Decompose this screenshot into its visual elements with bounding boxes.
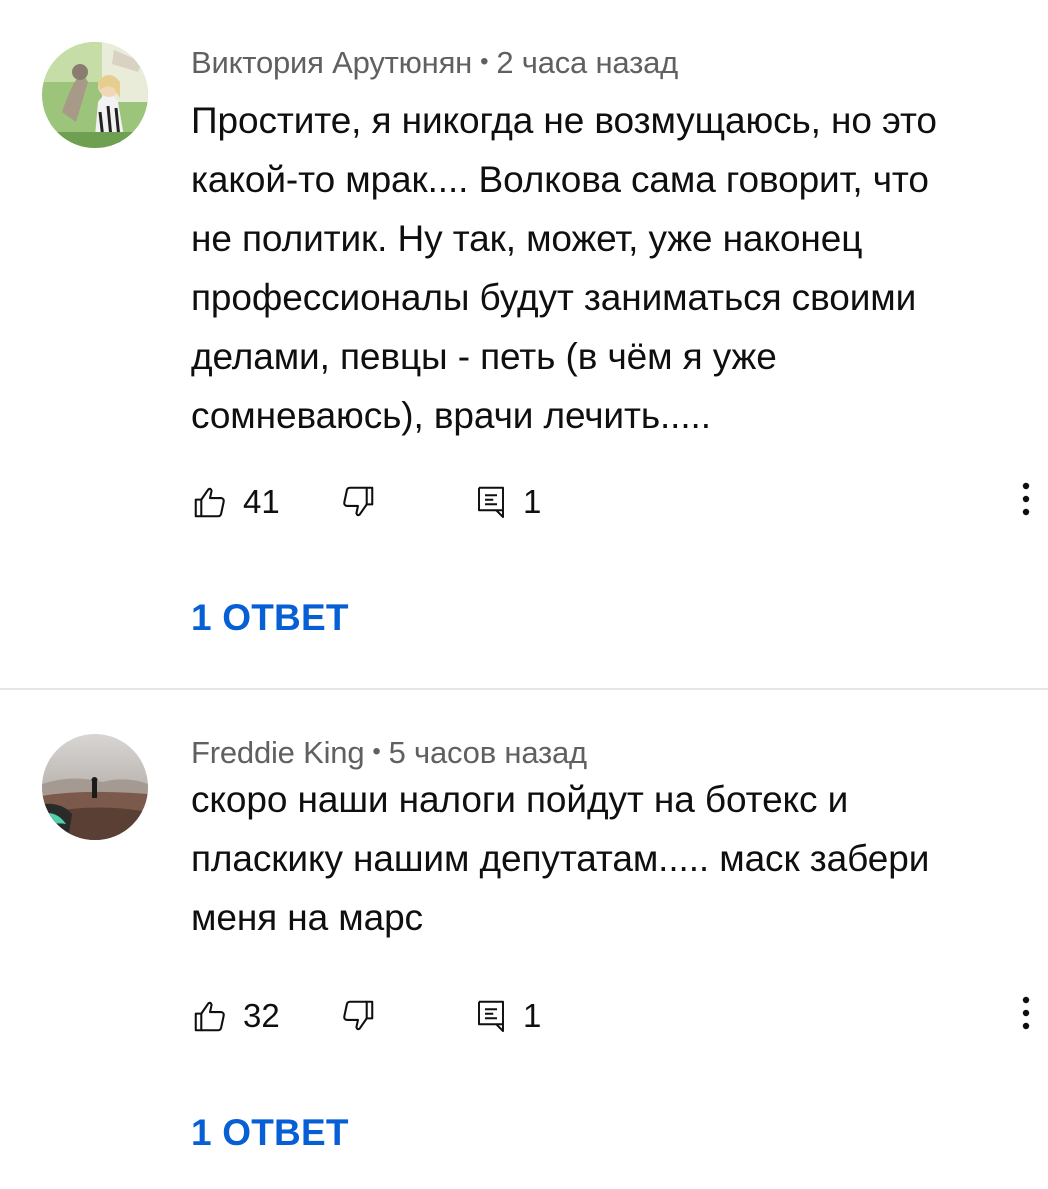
- more-vertical-icon: [1022, 996, 1030, 1030]
- dislike-button[interactable]: [339, 478, 377, 526]
- thumb-up-icon: [194, 487, 225, 518]
- avatar[interactable]: [42, 734, 148, 840]
- comment-time[interactable]: 5 часов назад: [389, 735, 588, 770]
- comment-time[interactable]: 2 часа назад: [496, 45, 678, 80]
- comment-actions: 32 1: [191, 992, 1036, 1040]
- reply-count: 1: [523, 483, 542, 520]
- comment-meta: Виктория Арутюнян • 2 часа назад: [191, 45, 678, 81]
- like-button[interactable]: 41: [191, 478, 280, 526]
- reply-comment-icon: [478, 1000, 504, 1032]
- meta-separator: •: [480, 48, 489, 75]
- comment-actions: 41 1: [191, 478, 1036, 526]
- like-count: 32: [243, 997, 280, 1034]
- like-count: 41: [243, 483, 280, 520]
- more-vertical-icon: [1022, 482, 1030, 516]
- reply-comment-icon: [478, 486, 504, 518]
- avatar[interactable]: [42, 42, 148, 148]
- more-options-button[interactable]: [1016, 478, 1036, 526]
- reply-button[interactable]: 1: [473, 478, 541, 526]
- reply-count: 1: [523, 997, 542, 1034]
- view-replies-link[interactable]: 1 ОТВЕТ: [191, 1112, 349, 1154]
- meta-separator: •: [372, 738, 381, 765]
- more-options-button[interactable]: [1016, 992, 1036, 1040]
- comment-thread-2: Freddie King • 5 часов назад скоро наши на…: [0, 690, 1048, 1189]
- comment-meta: Freddie King • 5 часов назад: [191, 735, 587, 771]
- avatar-image: [42, 734, 148, 840]
- dislike-button[interactable]: [339, 992, 377, 1040]
- author-name[interactable]: Freddie King: [191, 735, 365, 770]
- comment-thread-1: Виктория Арутюнян • 2 часа назад Простите,…: [0, 0, 1048, 688]
- thumb-down-icon: [343, 1000, 374, 1031]
- author-name[interactable]: Виктория Арутюнян: [191, 45, 472, 80]
- view-replies-link[interactable]: 1 ОТВЕТ: [191, 597, 349, 639]
- thumb-down-icon: [343, 486, 374, 517]
- like-button[interactable]: 32: [191, 992, 280, 1040]
- thumb-up-icon: [194, 1001, 225, 1032]
- comment-text: скоро наши налоги пойдут на ботекс и пла…: [191, 779, 930, 938]
- reply-button[interactable]: 1: [473, 992, 541, 1040]
- avatar-image: [42, 42, 148, 148]
- comment-text: Простите, я никогда не возмущаюсь, но эт…: [191, 100, 937, 436]
